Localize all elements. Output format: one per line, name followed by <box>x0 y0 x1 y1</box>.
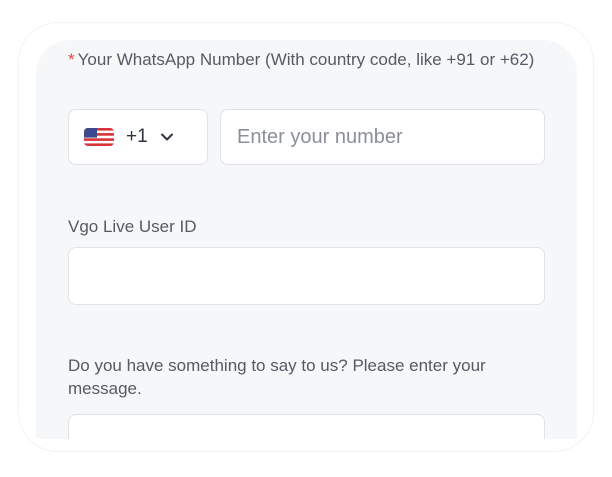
required-mark: * <box>68 50 75 69</box>
user-id-input[interactable] <box>68 247 545 305</box>
message-label: Do you have something to say to us? Plea… <box>68 356 486 398</box>
country-code: +1 <box>126 126 148 147</box>
chevron-down-icon <box>160 133 173 141</box>
us-flag-icon <box>84 128 114 146</box>
message-input[interactable] <box>68 414 545 439</box>
country-code-select[interactable]: +1 <box>68 109 208 165</box>
whatsapp-number-input[interactable] <box>220 109 545 165</box>
contact-form: * Your WhatsApp Number (With country code… <box>36 40 577 439</box>
user-id-label: Vgo Live User ID <box>68 217 197 236</box>
whatsapp-number-label-text: Your WhatsApp Number (With country code,… <box>77 50 535 69</box>
whatsapp-number-label: * Your WhatsApp Number (With country code… <box>68 48 548 71</box>
